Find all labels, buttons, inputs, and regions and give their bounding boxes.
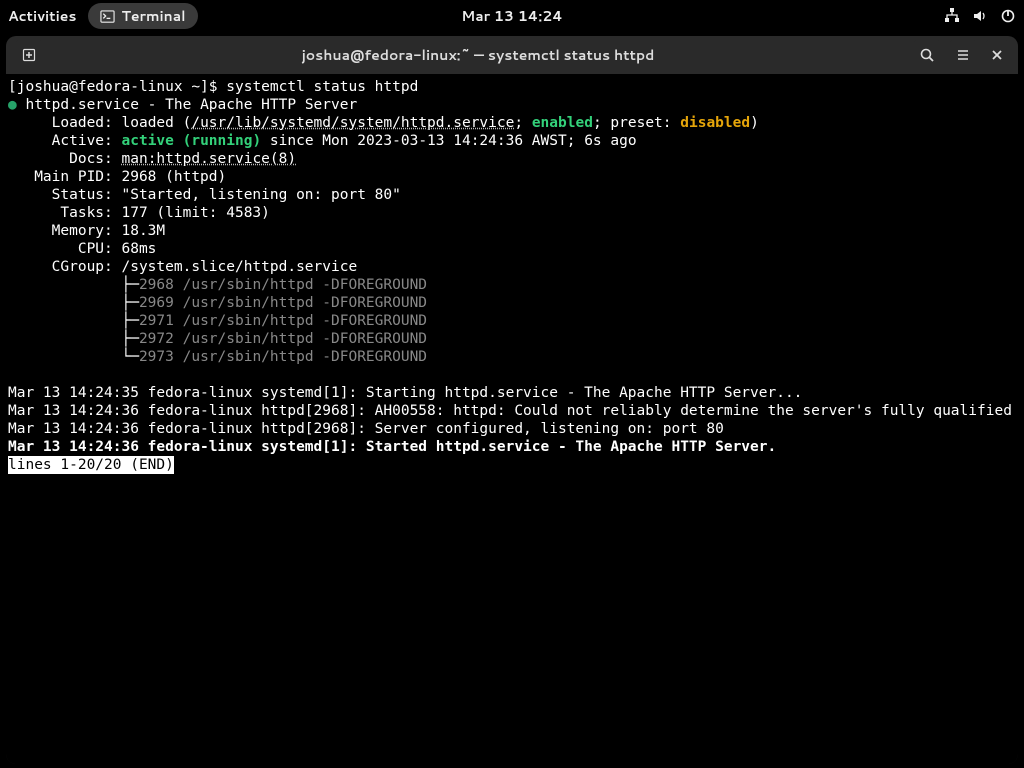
journal-line: Mar 13 14:24:36 fedora-linux httpd[2968]… [8,421,724,437]
typed-command: systemctl status httpd [226,79,418,95]
search-icon [919,47,935,63]
pid: 2971 [139,313,174,329]
clock[interactable]: Mar 13 14:24 [461,6,563,26]
cgroup-line: CGroup: /system.slice/httpd.service [8,259,357,275]
unit-file-path: /usr/lib/systemd/system/httpd.service [191,115,514,131]
active-app-label: Terminal [121,6,185,26]
enabled-state: enabled [532,115,593,131]
journal-line: Mar 13 14:24:35 fedora-linux systemd[1]:… [8,385,802,401]
journal-line: Mar 13 14:24:36 fedora-linux systemd[1]:… [8,439,776,455]
gnome-top-panel: Activities Terminal Mar 13 14:24 [0,0,1024,32]
status-dot-icon: ● [8,97,17,113]
close-window-button[interactable] [984,40,1010,70]
active-label: Active: [8,133,122,149]
terminal-window: joshua@fedora-linux:~ — systemctl status… [6,36,1018,764]
active-state: active (running) [122,133,262,149]
network-icon[interactable] [944,8,960,24]
active-since: since Mon 2023-03-13 14:24:36 AWST; 6s a… [261,133,636,149]
close-icon [991,49,1003,61]
memory-line: Memory: 18.3M [8,223,165,239]
shell-prompt: [joshua@fedora-linux ~]$ [8,79,226,95]
service-name-line: httpd.service - The Apache HTTP Server [25,97,357,113]
new-tab-button[interactable] [14,40,44,70]
pager-status-line: lines 1-20/20 (END) [8,456,174,474]
power-icon[interactable] [1000,8,1016,24]
loaded-label: Loaded: [8,115,122,131]
active-app-indicator[interactable]: Terminal [88,3,197,29]
hamburger-menu-button[interactable] [948,40,978,70]
main-pid-line: Main PID: 2968 (httpd) [8,169,226,185]
hamburger-icon [955,47,971,63]
terminal-app-icon [100,9,115,24]
preset-state: disabled [680,115,750,131]
pid: 2969 [139,295,174,311]
pid: 2972 [139,331,174,347]
status-line: Status: "Started, listening on: port 80" [8,187,401,203]
docs-label: Docs: [8,151,122,167]
tasks-line: Tasks: 177 (limit: 4583) [8,205,270,221]
volume-icon[interactable] [972,8,988,24]
journal-line: Mar 13 14:24:36 fedora-linux httpd[2968]… [8,403,1018,419]
window-title: joshua@fedora-linux:~ — systemctl status… [52,45,904,65]
window-titlebar: joshua@fedora-linux:~ — systemctl status… [6,36,1018,74]
pid: 2968 [139,277,174,293]
activities-button[interactable]: Activities [8,6,76,26]
docs-link: man:httpd.service(8) [122,151,297,167]
terminal-output[interactable]: [joshua@fedora-linux ~]$ systemctl statu… [6,74,1018,764]
pid: 2973 [139,349,174,365]
cpu-line: CPU: 68ms [8,241,156,257]
search-button[interactable] [912,40,942,70]
